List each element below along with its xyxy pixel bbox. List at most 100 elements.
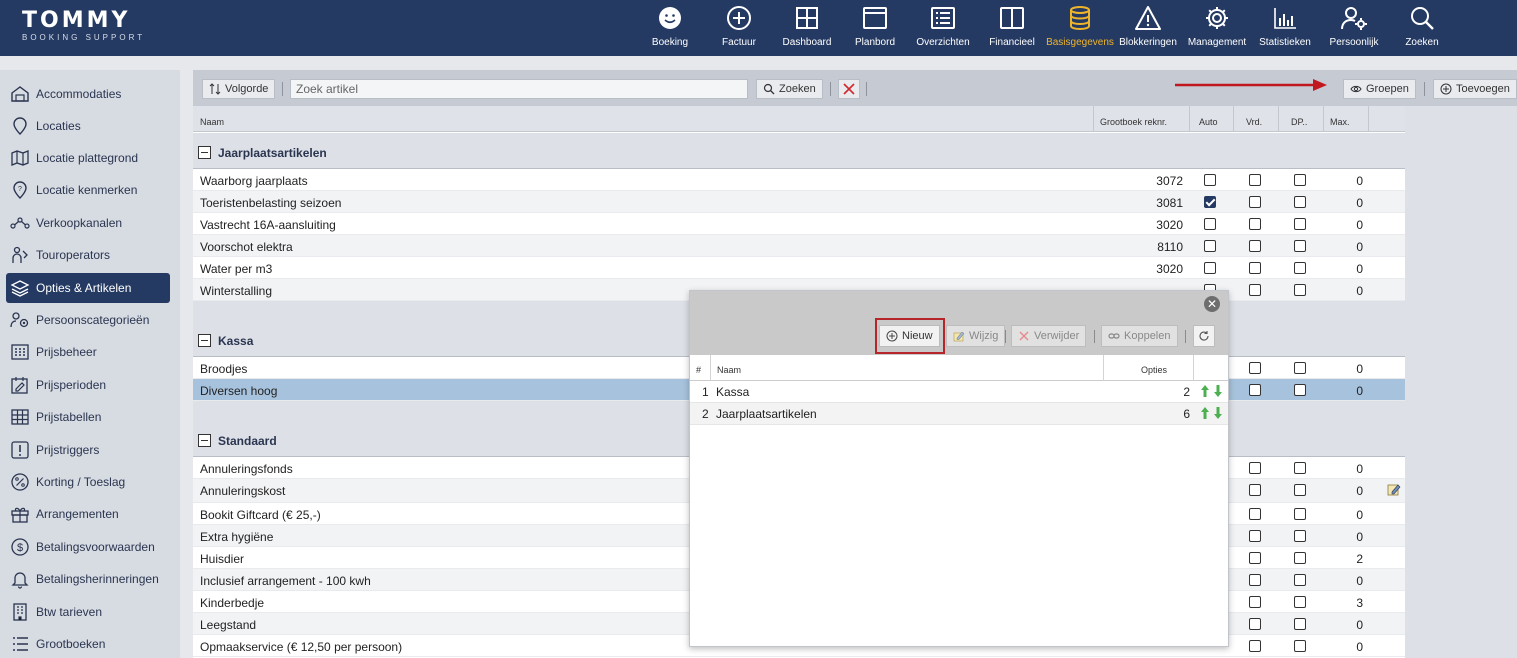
auto-checkbox[interactable] <box>1204 196 1216 208</box>
dp-checkbox[interactable] <box>1294 640 1306 652</box>
sidebar-item-prijsperioden[interactable]: Prijsperioden <box>6 370 170 400</box>
sidebar-item-arrangementen[interactable]: Arrangementen <box>6 499 170 529</box>
dp-checkbox[interactable] <box>1294 508 1306 520</box>
auto-checkbox[interactable] <box>1204 240 1216 252</box>
vrd-checkbox[interactable] <box>1249 262 1261 274</box>
nav-basisgegevens[interactable]: Basisgegevens <box>1045 4 1115 54</box>
search-button[interactable]: Zoeken <box>756 79 823 99</box>
sidebar-item-locaties[interactable]: Locaties <box>6 111 170 141</box>
vrd-checkbox[interactable] <box>1249 596 1261 608</box>
arrow-down-icon[interactable] <box>1213 384 1223 398</box>
link-button[interactable]: Koppelen <box>1101 325 1178 347</box>
vrd-checkbox[interactable] <box>1249 508 1261 520</box>
sidebar-item-prijsbeheer[interactable]: Prijsbeheer <box>6 337 170 367</box>
dp-checkbox[interactable] <box>1294 284 1306 296</box>
column-header-max[interactable]: Max. <box>1330 117 1350 127</box>
delete-button[interactable]: Verwijder <box>1011 325 1087 347</box>
dp-checkbox[interactable] <box>1294 462 1306 474</box>
auto-checkbox[interactable] <box>1204 262 1216 274</box>
sidebar-item-betalingsherinneringen[interactable]: Betalingsherinneringen <box>6 564 170 594</box>
sidebar-item-touroperators[interactable]: Touroperators <box>6 240 170 270</box>
list-item[interactable]: 2 Jaarplaatsartikelen 6 <box>690 403 1228 425</box>
search-input[interactable] <box>290 79 748 99</box>
vrd-checkbox[interactable] <box>1249 218 1261 230</box>
sidebar-item-korting-toeslag[interactable]: Korting / Toeslag <box>6 467 170 497</box>
column-header-index[interactable]: # <box>696 365 701 375</box>
column-header-name[interactable]: Naam <box>717 365 741 375</box>
dp-checkbox[interactable] <box>1294 240 1306 252</box>
sidebar-item-accommodaties[interactable]: Accommodaties <box>6 79 170 109</box>
vrd-checkbox[interactable] <box>1249 530 1261 542</box>
dp-checkbox[interactable] <box>1294 552 1306 564</box>
sidebar-item-locatie-kenmerken[interactable]: ? Locatie kenmerken <box>6 175 170 205</box>
nav-blokkeringen[interactable]: Blokkeringen <box>1113 4 1183 54</box>
refresh-button[interactable] <box>1193 325 1215 347</box>
nav-boeking[interactable]: Boeking <box>635 4 705 54</box>
vrd-checkbox[interactable] <box>1249 618 1261 630</box>
sidebar-item-prijstabellen[interactable]: Prijstabellen <box>6 402 170 432</box>
column-header-vrd[interactable]: Vrd. <box>1246 117 1262 127</box>
nav-zoeken[interactable]: Zoeken <box>1387 4 1457 54</box>
table-row[interactable]: Voorschot elektra 8110 0 <box>193 235 1405 257</box>
clear-search-button[interactable] <box>838 79 860 99</box>
sidebar-item-prijstriggers[interactable]: Prijstriggers <box>6 435 170 465</box>
vrd-checkbox[interactable] <box>1249 362 1261 374</box>
vrd-checkbox[interactable] <box>1249 174 1261 186</box>
vrd-checkbox[interactable] <box>1249 484 1261 496</box>
vrd-checkbox[interactable] <box>1249 240 1261 252</box>
dp-checkbox[interactable] <box>1294 574 1306 586</box>
dp-checkbox[interactable] <box>1294 618 1306 630</box>
arrow-down-icon[interactable] <box>1213 406 1223 420</box>
table-row[interactable]: Water per m3 3020 0 <box>193 257 1405 279</box>
sidebar-item-locatie-plattegrond[interactable]: Locatie plattegrond <box>6 143 170 173</box>
edit-note-icon[interactable] <box>1387 482 1401 496</box>
logo[interactable]: TOMMY BOOKING SUPPORT <box>22 10 145 43</box>
nav-overzichten[interactable]: Overzichten <box>908 4 978 54</box>
nav-financieel[interactable]: Financieel <box>977 4 1047 54</box>
dp-checkbox[interactable] <box>1294 174 1306 186</box>
nav-factuur[interactable]: Factuur <box>704 4 774 54</box>
dp-checkbox[interactable] <box>1294 596 1306 608</box>
group-row[interactable]: Jaarplaatsartikelen <box>193 133 1405 169</box>
column-header-name[interactable]: Naam <box>200 117 224 127</box>
vrd-checkbox[interactable] <box>1249 284 1261 296</box>
column-header-auto[interactable]: Auto <box>1199 117 1218 127</box>
dp-checkbox[interactable] <box>1294 530 1306 542</box>
sidebar-item-verkoopkanalen[interactable]: Verkoopkanalen <box>6 208 170 238</box>
vrd-checkbox[interactable] <box>1249 552 1261 564</box>
edit-button[interactable]: Wijzig <box>946 325 1006 347</box>
nav-persoonlijk[interactable]: Persoonlijk <box>1319 4 1389 54</box>
dp-checkbox[interactable] <box>1294 384 1306 396</box>
sort-order-button[interactable]: Volgorde <box>202 79 276 99</box>
dp-checkbox[interactable] <box>1294 262 1306 274</box>
vrd-checkbox[interactable] <box>1249 384 1261 396</box>
add-button[interactable]: Toevoegen <box>1433 79 1517 99</box>
collapse-icon[interactable] <box>198 434 211 447</box>
dp-checkbox[interactable] <box>1294 484 1306 496</box>
vrd-checkbox[interactable] <box>1249 196 1261 208</box>
nav-statistieken[interactable]: Statistieken <box>1250 4 1320 54</box>
auto-checkbox[interactable] <box>1204 174 1216 186</box>
column-header-ledger[interactable]: Grootboek reknr. <box>1100 117 1167 127</box>
table-row[interactable]: Toeristenbelasting seizoen 3081 0 <box>193 191 1405 213</box>
table-row[interactable]: Waarborg jaarplaats 3072 0 <box>193 169 1405 191</box>
sidebar-item-betalingsvoorwaarden[interactable]: $ Betalingsvoorwaarden <box>6 532 170 562</box>
close-icon[interactable]: ✕ <box>1204 296 1220 312</box>
nav-management[interactable]: Management <box>1182 4 1252 54</box>
sidebar-item-grootboeken[interactable]: Grootboeken <box>6 629 170 658</box>
dp-checkbox[interactable] <box>1294 218 1306 230</box>
auto-checkbox[interactable] <box>1204 218 1216 230</box>
sidebar-item-persoonscategorieen[interactable]: Persoonscategorieën <box>6 305 170 335</box>
vrd-checkbox[interactable] <box>1249 574 1261 586</box>
vrd-checkbox[interactable] <box>1249 640 1261 652</box>
arrow-up-icon[interactable] <box>1200 406 1210 420</box>
list-item[interactable]: 1 Kassa 2 <box>690 381 1228 403</box>
nav-dashboard[interactable]: Dashboard <box>772 4 842 54</box>
dp-checkbox[interactable] <box>1294 362 1306 374</box>
sidebar-item-btw-tarieven[interactable]: Btw tarieven <box>6 597 170 627</box>
nav-planbord[interactable]: Planbord <box>840 4 910 54</box>
dp-checkbox[interactable] <box>1294 196 1306 208</box>
vrd-checkbox[interactable] <box>1249 462 1261 474</box>
collapse-icon[interactable] <box>198 334 211 347</box>
sidebar-item-opties-artikelen[interactable]: Opties & Artikelen <box>6 273 170 303</box>
